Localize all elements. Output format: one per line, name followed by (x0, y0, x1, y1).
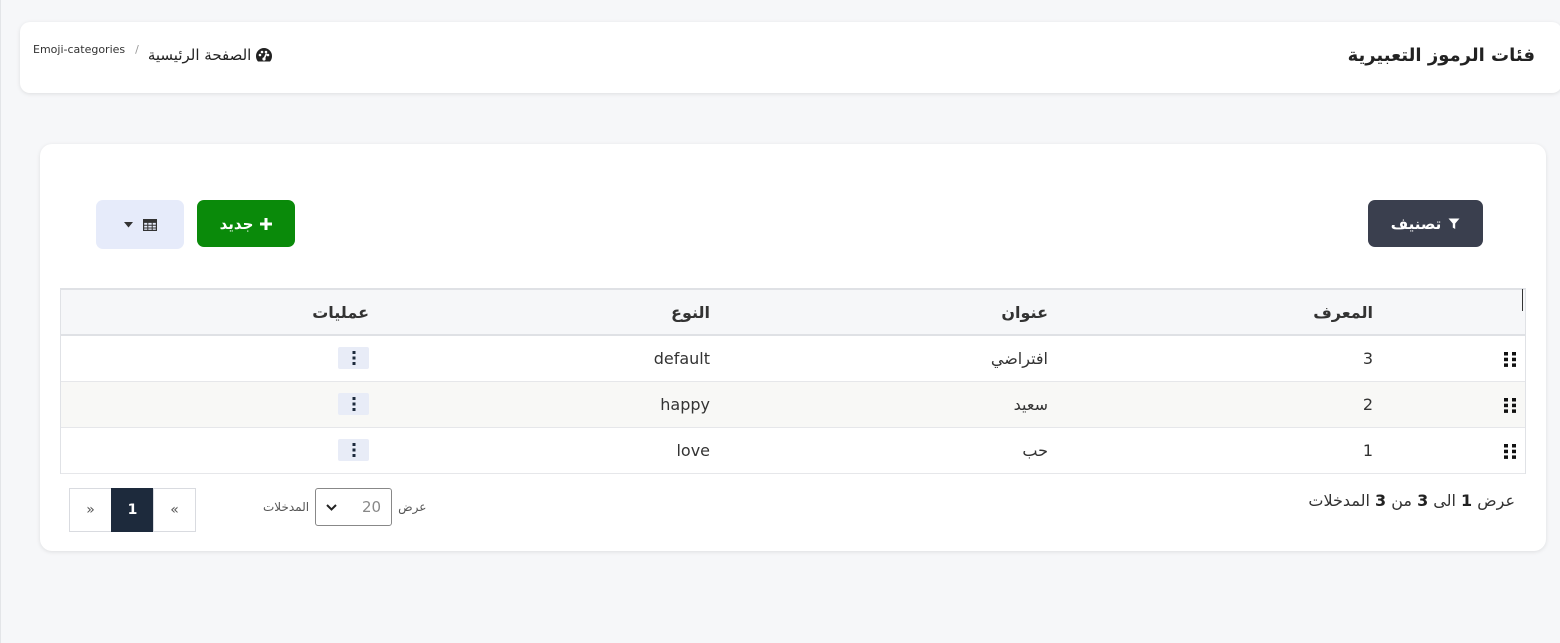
summary-to: 3 (1417, 491, 1429, 510)
table-row: 3 افتراضي default (61, 336, 1525, 382)
new-button-label: جديد (219, 214, 254, 233)
pagination-page-1[interactable]: 1 (111, 488, 154, 532)
column-header-type[interactable]: النوع (671, 303, 710, 322)
column-header-id[interactable]: المعرف (1313, 303, 1373, 322)
cell-title: سعيد (1013, 395, 1048, 414)
cell-id: 1 (1362, 441, 1373, 460)
cell-type: default (653, 349, 710, 368)
breadcrumb-separator: / (135, 43, 139, 56)
row-actions-button[interactable] (338, 393, 369, 415)
pagination: » 1 « (69, 488, 196, 532)
row-actions-button[interactable] (338, 439, 369, 461)
page-header: فئات الرموز التعبيرية Emoji-categories /… (20, 22, 1560, 93)
cell-type: love (676, 441, 710, 460)
page-size-entries-label: المدخلات (263, 500, 310, 514)
drag-handle-icon[interactable] (1504, 444, 1517, 459)
content-card: تصنيف جديد المعرف عنوان النوع عمليات 3 ا… (40, 144, 1546, 551)
table-header-row: المعرف عنوان النوع عمليات (61, 289, 1525, 336)
breadcrumb: Emoji-categories / الصفحة الرئيسية (33, 42, 273, 66)
page-title: فئات الرموز التعبيرية (1347, 45, 1535, 66)
vertical-ellipsis-icon (352, 443, 355, 457)
pagination-prev[interactable]: « (153, 488, 196, 532)
table-row: 2 سعيد happy (61, 382, 1525, 428)
summary-suffix: المدخلات (1308, 491, 1370, 510)
data-table: المعرف عنوان النوع عمليات 3 افتراضي defa… (60, 288, 1526, 474)
summary-to-word: الى (1433, 491, 1456, 510)
summary-of-word: من (1391, 491, 1412, 510)
window-edge (0, 0, 1, 643)
cell-title: حب (1022, 441, 1048, 460)
breadcrumb-current: Emoji-categories (33, 43, 126, 56)
caret-down-icon (123, 221, 133, 227)
breadcrumb-home-link[interactable]: الصفحة الرئيسية (148, 46, 274, 64)
dashboard-gauge-icon (256, 48, 273, 62)
summary-prefix: عرض (1477, 491, 1515, 510)
summary-total: 3 (1374, 491, 1387, 510)
plus-icon (260, 217, 273, 230)
drag-handle-icon[interactable] (1504, 352, 1517, 367)
cell-title: افتراضي (990, 349, 1048, 368)
page-size-select[interactable]: 20 (315, 488, 393, 526)
columns-toggle-button[interactable] (96, 200, 184, 249)
pagination-next[interactable]: » (69, 488, 112, 532)
cell-id: 2 (1362, 395, 1373, 414)
cell-type: happy (660, 395, 710, 414)
table-row: 1 حب love (61, 428, 1525, 474)
entries-summary: عرض 1 الى 3 من 3 المدخلات (1308, 491, 1515, 510)
page-size-show-label: عرض (398, 500, 427, 514)
vertical-ellipsis-icon (352, 397, 355, 411)
cell-id: 3 (1362, 349, 1373, 368)
row-actions-button[interactable] (338, 347, 369, 369)
filter-button-label: تصنيف (1390, 214, 1442, 233)
summary-from: 1 (1461, 491, 1473, 510)
chevron-down-icon (326, 503, 337, 511)
column-header-title[interactable]: عنوان (1001, 303, 1048, 322)
vertical-ellipsis-icon (352, 351, 355, 365)
page-size-control: المدخلات 20 عرض (263, 488, 426, 526)
filter-funnel-icon (1448, 218, 1460, 229)
new-button[interactable]: جديد (197, 200, 295, 247)
column-resize-marker (1522, 289, 1523, 311)
table-grid-icon (142, 218, 157, 231)
breadcrumb-home-label: الصفحة الرئيسية (147, 46, 252, 64)
drag-handle-icon[interactable] (1504, 398, 1517, 413)
page-size-value: 20 (362, 498, 382, 516)
column-header-operations: عمليات (312, 303, 369, 322)
filter-button[interactable]: تصنيف (1368, 200, 1483, 247)
